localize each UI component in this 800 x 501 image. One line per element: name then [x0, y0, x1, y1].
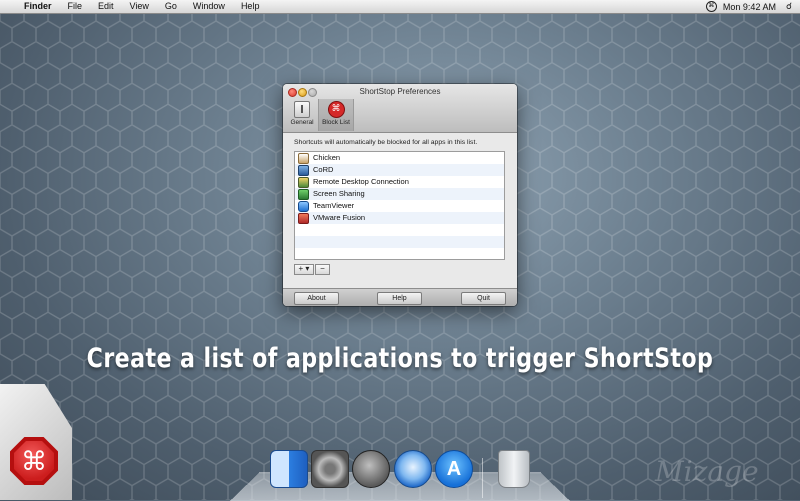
menu-clock[interactable]: Mon 9:42 AM: [717, 2, 782, 12]
preferences-window: ShortStop Preferences General Block List…: [283, 84, 517, 306]
dock-separator: [482, 458, 483, 498]
shortstop-logo-icon: ⌘: [14, 441, 54, 481]
spotlight-icon[interactable]: ☌: [782, 1, 800, 12]
tab-general-label: General: [290, 119, 314, 126]
empty-row: [295, 224, 504, 236]
shortstop-status-icon[interactable]: ⌘: [705, 1, 717, 12]
list-item[interactable]: CoRD: [295, 164, 504, 176]
system-preferences-dock-icon[interactable]: [311, 450, 349, 488]
safari-dock-icon[interactable]: [394, 450, 432, 488]
mizage-watermark: Mizage: [655, 455, 759, 488]
menu-view[interactable]: View: [122, 0, 157, 13]
promo-tagline: Create a list of applications to trigger…: [86, 343, 714, 374]
menu-edit[interactable]: Edit: [90, 0, 122, 13]
menu-go[interactable]: Go: [157, 0, 185, 13]
remove-app-button[interactable]: −: [315, 264, 330, 275]
list-item-label: VMware Fusion: [313, 213, 366, 222]
tab-general[interactable]: General: [285, 99, 319, 131]
launchpad-dock-icon[interactable]: [352, 450, 390, 488]
finder-dock-icon[interactable]: [270, 450, 308, 488]
tab-block-list[interactable]: Block List: [318, 99, 354, 131]
switch-icon: [294, 101, 310, 118]
block-list-icon: [327, 101, 345, 118]
description-text: Shortcuts will automatically be blocked …: [294, 139, 478, 146]
list-item-label: Remote Desktop Connection: [313, 177, 409, 186]
list-item-label: TeamViewer: [313, 201, 355, 210]
remote-desktop-app-icon: [298, 176, 309, 188]
list-item-label: Screen Sharing: [313, 189, 365, 198]
tab-block-list-label: Block List: [322, 119, 350, 126]
block-list-pane: Shortcuts will automatically be blocked …: [283, 133, 517, 275]
window-titlebar: ShortStop Preferences General Block List: [283, 84, 517, 133]
help-button[interactable]: Help: [377, 292, 422, 305]
list-item[interactable]: Screen Sharing: [295, 188, 504, 200]
teamviewer-app-icon: [298, 200, 309, 212]
window-title: ShortStop Preferences: [359, 87, 441, 96]
menu-help[interactable]: Help: [233, 0, 268, 13]
list-item[interactable]: Remote Desktop Connection: [295, 176, 504, 188]
app-list[interactable]: Chicken CoRD Remote Desktop Connection S…: [294, 151, 505, 260]
app-store-dock-icon[interactable]: A: [435, 450, 473, 488]
menu-finder[interactable]: Finder: [16, 0, 60, 13]
list-item-label: CoRD: [313, 165, 334, 174]
add-remove-controls: + ▾ −: [294, 264, 506, 275]
trash-dock-icon[interactable]: [498, 450, 530, 488]
about-button[interactable]: About: [294, 292, 339, 305]
quit-button[interactable]: Quit: [461, 292, 506, 305]
list-item[interactable]: VMware Fusion: [295, 212, 504, 224]
menu-bar: Finder File Edit View Go Window Help ⌘ M…: [0, 0, 800, 14]
chicken-app-icon: [298, 152, 309, 164]
empty-row: [295, 236, 504, 248]
vmware-fusion-app-icon: [298, 212, 309, 224]
list-item-label: Chicken: [313, 153, 341, 162]
screen-sharing-app-icon: [298, 188, 309, 200]
menu-file[interactable]: File: [60, 0, 91, 13]
menu-window[interactable]: Window: [185, 0, 233, 13]
window-button-bar: About Help Quit: [283, 288, 517, 306]
list-item[interactable]: TeamViewer: [295, 200, 504, 212]
list-item[interactable]: Chicken: [295, 152, 504, 164]
cord-app-icon: [298, 164, 309, 176]
add-app-button[interactable]: + ▾: [294, 264, 314, 275]
